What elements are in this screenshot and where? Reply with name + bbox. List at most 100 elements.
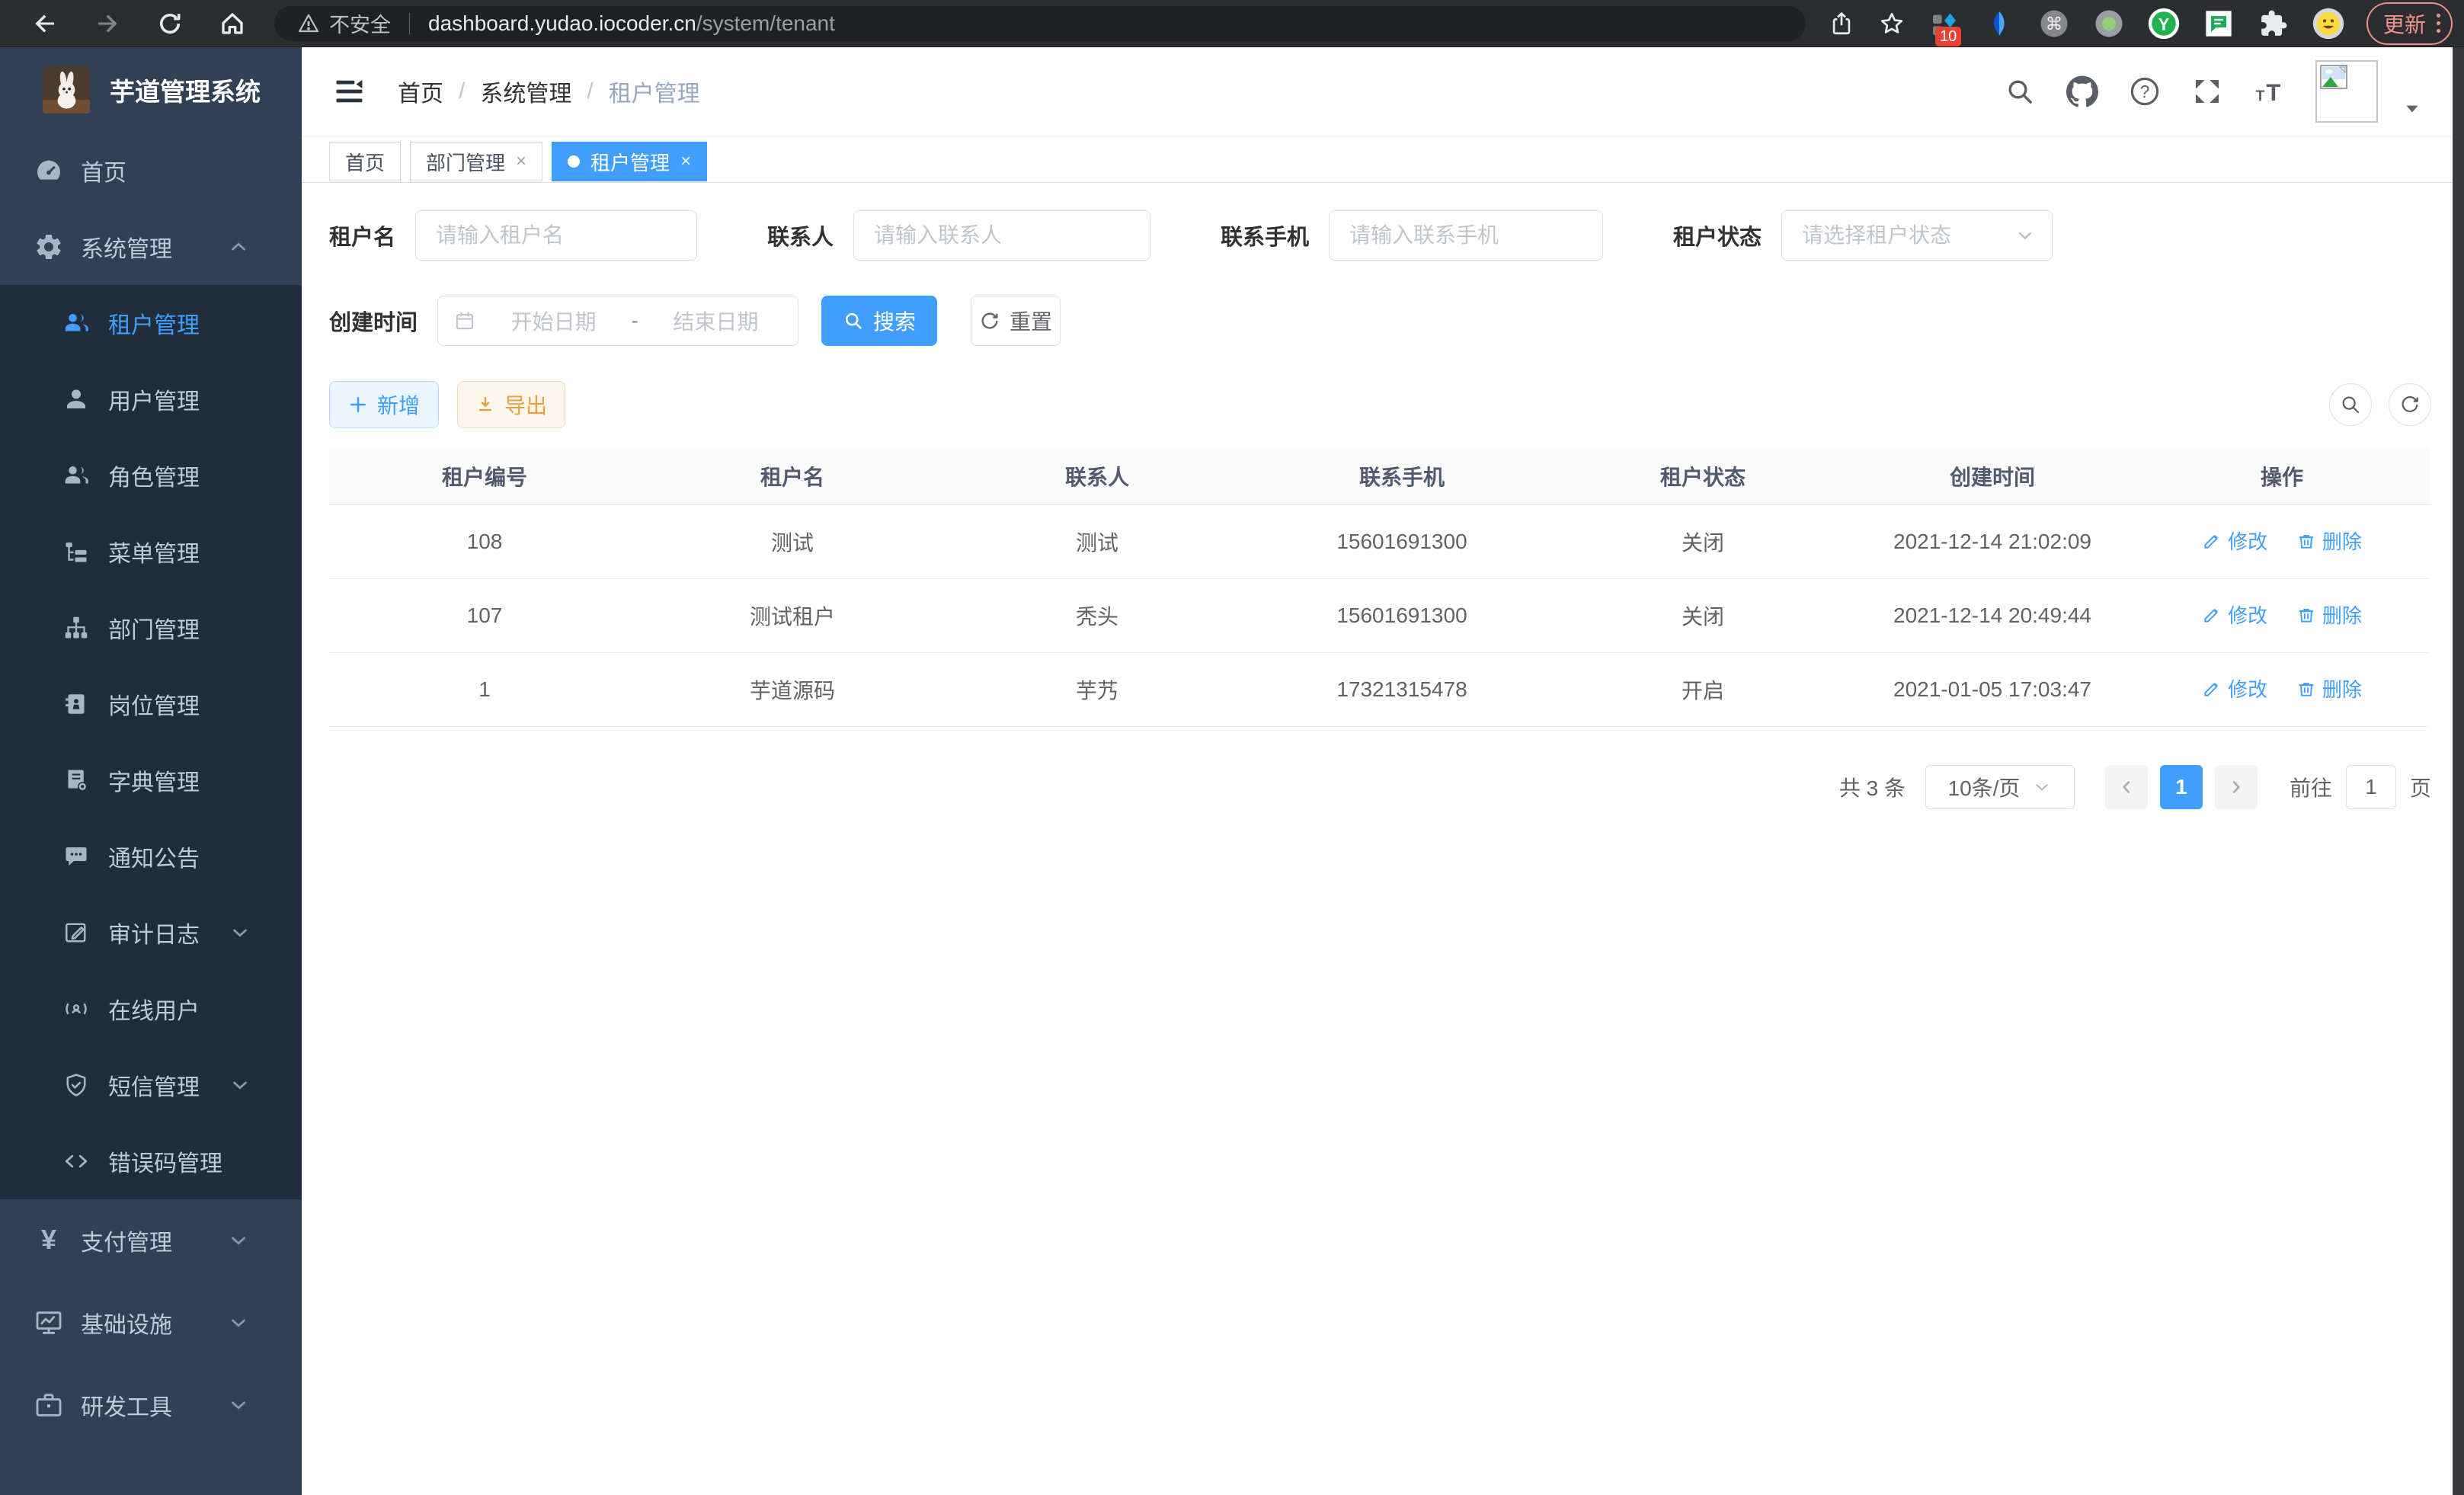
trash-icon <box>2296 679 2316 699</box>
edit-link[interactable]: 修改 <box>2202 600 2267 629</box>
chat-extension-icon[interactable] <box>2202 7 2235 40</box>
sidebar-collapse-icon[interactable] <box>332 75 366 108</box>
browser-forward-icon[interactable] <box>93 9 122 38</box>
page-number-current[interactable]: 1 <box>2160 765 2203 809</box>
tab-home[interactable]: 首页 <box>329 142 401 181</box>
mobile-input[interactable] <box>1329 210 1603 261</box>
goto-page-input[interactable] <box>2346 765 2396 809</box>
sidebar-item-post[interactable]: 岗位管理 <box>0 666 302 742</box>
sidebar-group-system[interactable]: 系统管理 <box>0 209 302 285</box>
export-button[interactable]: 导出 <box>457 381 565 428</box>
sidebar-item-home[interactable]: 首页 <box>0 133 302 209</box>
col-mobile: 联系手机 <box>1250 448 1554 504</box>
start-date-placeholder[interactable]: 开始日期 <box>487 306 620 336</box>
url-path: /system/tenant <box>696 11 835 35</box>
breadcrumb: 首页 / 系统管理 / 租户管理 <box>398 75 700 108</box>
tab-dept[interactable]: 部门管理 × <box>410 142 542 181</box>
delete-link[interactable]: 删除 <box>2296 600 2362 629</box>
sidebar-item-online-users[interactable]: 在线用户 <box>0 971 302 1047</box>
user-avatar[interactable] <box>2315 60 2378 123</box>
delete-link-label: 删除 <box>2322 600 2362 629</box>
search-button[interactable]: 搜索 <box>821 296 937 346</box>
edit-link[interactable]: 修改 <box>2202 527 2267 555</box>
sidebar-item-error-code[interactable]: 错误码管理 <box>0 1123 302 1199</box>
page-size-select[interactable]: 10条/页 <box>1925 765 2075 809</box>
table-search-toggle-icon[interactable] <box>2329 383 2372 426</box>
profile-avatar-icon[interactable] <box>2312 7 2345 40</box>
tasks-extension-icon[interactable]: 10 <box>1928 7 1961 40</box>
yudao-extension-icon[interactable]: Y <box>2147 7 2181 40</box>
tab-label: 租户管理 <box>590 148 670 176</box>
prev-page-button[interactable] <box>2105 765 2148 809</box>
breadcrumb-separator: / <box>587 78 593 104</box>
browser-back-icon[interactable] <box>30 9 59 38</box>
sidebar-item-dept[interactable]: 部门管理 <box>0 590 302 666</box>
cell-tenant-id: 1 <box>329 652 640 726</box>
end-date-placeholder[interactable]: 结束日期 <box>649 306 782 336</box>
browser-home-icon[interactable] <box>218 9 247 38</box>
cell-created: 2021-12-14 20:49:44 <box>1851 578 2133 652</box>
reset-refresh-icon <box>979 310 1000 331</box>
not-secure-warning-icon[interactable] <box>297 12 320 35</box>
error-code-icon <box>62 1148 90 1175</box>
sidebar-item-menu[interactable]: 菜单管理 <box>0 514 302 590</box>
next-page-button[interactable] <box>2215 765 2258 809</box>
col-tenant-name: 租户名 <box>640 448 945 504</box>
fullscreen-icon[interactable] <box>2190 75 2224 108</box>
sidebar-item-role[interactable]: 角色管理 <box>0 437 302 514</box>
chevron-up-icon <box>227 235 258 258</box>
bookmark-star-icon[interactable] <box>1877 9 1906 38</box>
kite-extension-icon[interactable] <box>1982 7 2016 40</box>
browser-reload-icon[interactable] <box>155 9 184 38</box>
chevron-down-icon <box>229 921 256 944</box>
sidebar-item-notice[interactable]: 通知公告 <box>0 818 302 895</box>
status-select[interactable] <box>1781 210 2053 261</box>
contact-input[interactable] <box>853 210 1150 261</box>
online-users-icon <box>62 995 90 1023</box>
header-search-icon[interactable] <box>2003 75 2037 108</box>
app-logo-row[interactable]: 芋道管理系统 <box>0 47 302 133</box>
extensions-puzzle-icon[interactable] <box>2257 7 2290 40</box>
sidebar-item-sms[interactable]: 短信管理 <box>0 1047 302 1123</box>
date-range-picker[interactable]: 开始日期 - 结束日期 <box>437 296 798 346</box>
sidebar-item-tenant[interactable]: 租户管理 <box>0 285 302 361</box>
infrastructure-monitor-icon <box>34 1308 64 1338</box>
avatar-dropdown-caret-icon[interactable] <box>2402 99 2422 119</box>
svg-text:Y: Y <box>2158 14 2170 34</box>
address-bar[interactable]: 不安全 dashboard.yudao.iocoder.cn/system/te… <box>274 6 1806 41</box>
cell-mobile: 15601691300 <box>1250 504 1554 578</box>
roles-icon <box>62 462 90 489</box>
share-icon[interactable] <box>1827 9 1856 38</box>
browser-update-button[interactable]: 更新 <box>2366 2 2453 45</box>
breadcrumb-system[interactable]: 系统管理 <box>480 75 571 108</box>
table-refresh-icon[interactable] <box>2389 383 2431 426</box>
sidebar-group-payment[interactable]: ¥ 支付管理 <box>0 1199 302 1282</box>
tab-close-icon[interactable]: × <box>680 151 691 172</box>
edit-link[interactable]: 修改 <box>2202 674 2267 703</box>
tab-close-icon[interactable]: × <box>516 151 526 172</box>
browser-menu-icon[interactable] <box>2437 14 2440 33</box>
status-label: 租户状态 <box>1673 219 1762 251</box>
app-title: 芋道管理系统 <box>110 72 261 108</box>
sidebar-group-infrastructure[interactable]: 基础设施 <box>0 1282 302 1364</box>
toolbar-row: 新增 导出 <box>329 381 2431 428</box>
delete-link[interactable]: 删除 <box>2296 674 2362 703</box>
tab-tenant[interactable]: 租户管理 × <box>552 142 707 181</box>
github-icon[interactable] <box>2066 75 2099 108</box>
mobile-label: 联系手机 <box>1221 219 1309 251</box>
delete-link[interactable]: 删除 <box>2296 527 2362 555</box>
help-icon[interactable]: ? <box>2128 75 2162 108</box>
window-scrollbar[interactable] <box>2453 47 2464 1495</box>
sidebar-item-user[interactable]: 用户管理 <box>0 361 302 437</box>
sidebar-item-audit-log[interactable]: 审计日志 <box>0 895 302 971</box>
sidebar-group-devtools[interactable]: 研发工具 <box>0 1364 302 1446</box>
add-button[interactable]: 新增 <box>329 381 439 428</box>
tenant-name-input[interactable] <box>415 210 697 261</box>
sidebar-item-dict[interactable]: 字典管理 <box>0 742 302 818</box>
reset-button[interactable]: 重置 <box>971 296 1061 346</box>
command-extension-icon[interactable]: ⌘ <box>2037 7 2071 40</box>
font-size-icon[interactable]: T T <box>2253 75 2286 108</box>
recorder-extension-icon[interactable] <box>2092 7 2126 40</box>
breadcrumb-home[interactable]: 首页 <box>398 75 443 108</box>
edit-pencil-icon <box>2202 605 2222 625</box>
